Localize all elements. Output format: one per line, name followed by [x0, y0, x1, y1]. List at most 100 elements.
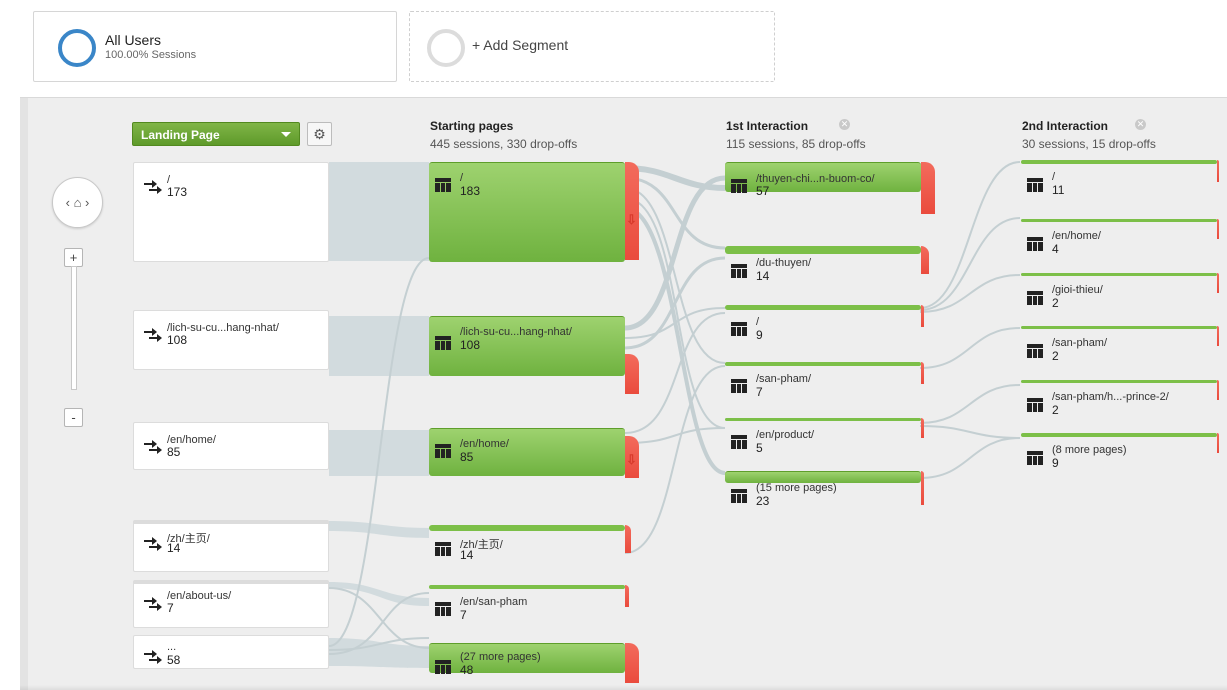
starting-page-node[interactable]: /en/san-pham 7 — [429, 585, 641, 627]
column-header-2nd-interaction: 2nd Interaction 30 sessions, 15 drop-off… — [1022, 119, 1156, 151]
column-header-starting-pages: Starting pages 445 sessions, 330 drop-of… — [430, 119, 577, 151]
column-subtitle: 30 sessions, 15 drop-offs — [1022, 137, 1156, 151]
segment-ring-icon — [427, 29, 465, 67]
close-icon[interactable]: ✕ — [1135, 119, 1146, 130]
bottom-shadow — [20, 685, 1227, 690]
node-name: /du-thuyen/ — [756, 257, 812, 269]
segment-title: All Users — [105, 32, 162, 48]
entrance-arrows-icon — [144, 440, 162, 454]
node-bar — [429, 525, 625, 531]
dropoff-bar — [921, 162, 935, 214]
landing-page-count: 108 — [167, 333, 188, 347]
dropoff-bar — [921, 362, 924, 384]
node-bar — [1021, 433, 1217, 437]
node-count: 14 — [460, 548, 474, 562]
home-navigation-button[interactable]: ‹ ⌂ › — [52, 177, 103, 228]
column-header-1st-interaction: 1st Interaction 115 sessions, 85 drop-of… — [726, 119, 866, 151]
dropoff-bar — [1217, 380, 1219, 400]
node-count: 2 — [1052, 349, 1059, 363]
node-count: 9 — [756, 328, 763, 342]
column-subtitle: 445 sessions, 330 drop-offs — [430, 137, 578, 151]
column-title: Starting pages — [430, 119, 514, 133]
entrance-arrows-icon — [144, 328, 162, 342]
landing-page-count: 7 — [167, 601, 174, 615]
second-interaction-node[interactable]: /san-pham/ 2 — [1021, 326, 1227, 366]
flow-canvas[interactable]: Landing Page ⚙ Starting pages 445 sessio… — [20, 97, 1227, 690]
node-count: 14 — [756, 269, 770, 283]
page-icon — [731, 435, 747, 449]
node-bar — [725, 418, 921, 421]
first-interaction-node[interactable]: /san-pham/ 7 — [725, 362, 937, 402]
page-icon — [731, 179, 747, 193]
landing-page-name: /en/about-us/ — [167, 590, 232, 602]
node-count: 48 — [460, 663, 474, 677]
node-count: 9 — [1052, 456, 1059, 470]
node-bar — [429, 316, 625, 376]
node-count: 5 — [756, 441, 763, 455]
starting-page-node[interactable]: ⇩ / 183 — [429, 162, 641, 262]
node-name: / — [460, 172, 464, 184]
dropoff-bar — [921, 305, 924, 327]
landing-page-card[interactable]: /en/home/ 85 — [133, 422, 329, 470]
node-name: (15 more pages) — [756, 482, 837, 494]
first-interaction-node[interactable]: / 9 — [725, 305, 937, 345]
zoom-out-button[interactable]: - — [64, 408, 83, 427]
node-bar — [725, 362, 921, 366]
node-count: 11 — [1052, 183, 1065, 197]
dropoff-bar — [625, 525, 631, 553]
page-icon — [1027, 398, 1043, 412]
starting-page-node[interactable]: (27 more pages) 48 — [429, 643, 641, 690]
page-icon — [1027, 178, 1043, 192]
dimension-dropdown[interactable]: Landing Page — [132, 122, 300, 146]
second-interaction-node[interactable]: /gioi-thieu/ 2 — [1021, 273, 1227, 313]
zoom-in-button[interactable]: + — [64, 248, 83, 267]
first-interaction-node[interactable]: /thuyen-chi...n-buom-co/ 57 — [725, 162, 937, 218]
dropoff-arrow-icon: ⇩ — [626, 212, 637, 227]
dropoff-bar — [921, 471, 924, 505]
column-subtitle: 115 sessions, 85 drop-offs — [726, 137, 866, 151]
dropoff-arrow-icon: ⇩ — [626, 452, 637, 467]
dropoff-bar — [625, 643, 639, 683]
segment-ring-icon — [58, 29, 96, 67]
second-interaction-node[interactable]: (8 more pages) 9 — [1021, 433, 1227, 473]
page-icon — [435, 660, 451, 674]
starting-page-node[interactable]: ⇩ /en/home/ 85 — [429, 428, 641, 478]
landing-page-card[interactable]: ... 58 — [133, 635, 329, 669]
zoom-slider[interactable] — [71, 266, 77, 390]
second-interaction-node[interactable]: / 11 — [1021, 160, 1227, 200]
first-interaction-node[interactable]: /du-thuyen/ 14 — [725, 246, 937, 286]
second-interaction-node[interactable]: /san-pham/h...-prince-2/ 2 — [1021, 380, 1227, 420]
dropoff-bar — [625, 585, 629, 607]
node-count: 57 — [756, 184, 770, 198]
page-icon — [1027, 291, 1043, 305]
landing-page-name: ... — [167, 641, 177, 653]
node-name: /en/home/ — [460, 438, 509, 450]
landing-page-card[interactable]: /lich-su-cu...hang-nhat/ 108 — [133, 310, 329, 370]
landing-page-card[interactable]: /zh/主页/ 14 — [133, 520, 329, 572]
node-bar — [429, 162, 625, 262]
landing-page-card[interactable]: /en/about-us/ 7 — [133, 580, 329, 628]
dropoff-bar — [1217, 326, 1219, 346]
second-interaction-node[interactable]: /en/home/ 4 — [1021, 219, 1227, 259]
page-icon — [731, 379, 747, 393]
entrance-arrows-icon — [144, 650, 162, 664]
segment-all-users[interactable]: All Users 100.00% Sessions — [33, 11, 397, 82]
node-count: 183 — [460, 184, 481, 198]
add-segment-button[interactable]: + Add Segment — [409, 11, 775, 82]
entrance-arrows-icon — [144, 180, 162, 194]
node-bar — [1021, 273, 1217, 276]
landing-page-count: 173 — [167, 185, 188, 199]
gear-icon[interactable]: ⚙ — [307, 122, 332, 146]
first-interaction-node[interactable]: /en/product/ 5 — [725, 418, 937, 458]
starting-page-node[interactable]: /lich-su-cu...hang-nhat/ 108 — [429, 316, 641, 394]
entrance-arrows-icon — [144, 597, 162, 611]
close-icon[interactable]: ✕ — [839, 119, 850, 130]
dropoff-bar — [921, 246, 929, 274]
dropoff-bar — [1217, 160, 1219, 182]
landing-page-card[interactable]: / 173 — [133, 162, 329, 262]
page-icon — [1027, 451, 1043, 465]
node-count: 7 — [460, 608, 467, 622]
first-interaction-node[interactable]: (15 more pages) 23 — [725, 471, 937, 513]
home-icon: ‹ ⌂ › — [65, 195, 90, 210]
starting-page-node[interactable]: /zh/主页/ 14 — [429, 525, 641, 567]
